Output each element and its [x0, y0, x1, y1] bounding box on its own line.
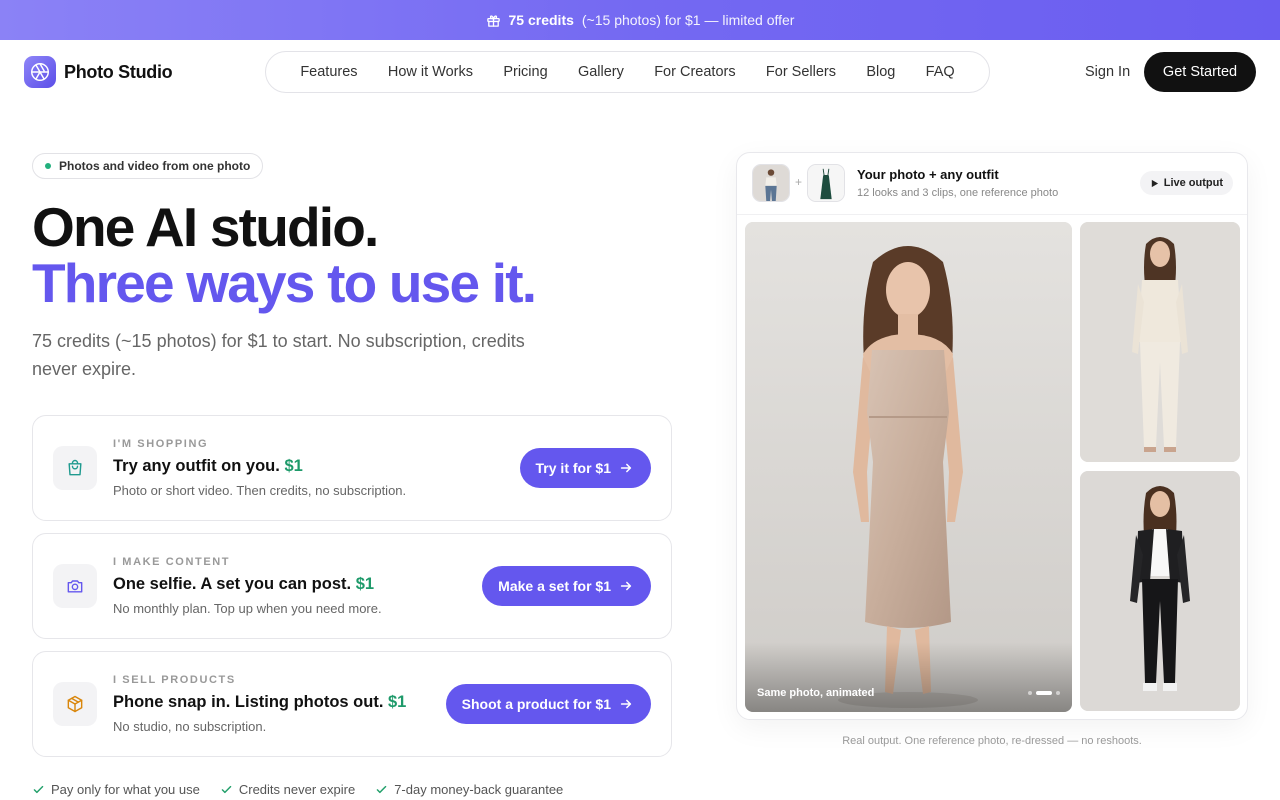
main-nav: Features How it Works Pricing Gallery Fo… — [265, 51, 990, 93]
nav-for-creators[interactable]: For Creators — [654, 64, 735, 80]
main-output-photo[interactable]: Same photo, animated — [745, 222, 1072, 712]
site-header: Photo Studio Features How it Works Prici… — [0, 40, 1280, 104]
nav-pricing[interactable]: Pricing — [503, 64, 547, 80]
option-title: Phone snap in. Listing photos out. $1 — [113, 693, 406, 712]
trust-item-label: Credits never expire — [238, 782, 356, 797]
carousel-dot-active[interactable] — [1036, 691, 1052, 695]
nav-features[interactable]: Features — [300, 64, 357, 80]
nav-blog[interactable]: Blog — [866, 64, 895, 80]
check-icon — [221, 785, 232, 794]
option-title-text: Phone snap in. Listing photos out. — [113, 693, 384, 711]
live-output-badge[interactable]: Live output — [1139, 171, 1233, 195]
option-title: Try any outfit on you. $1 — [113, 457, 303, 476]
aperture-logo-icon — [24, 56, 56, 88]
hero-badge: Photos and video from one photo — [32, 153, 264, 179]
preview-panel: + Your photo + any outfit 12 looks and 3… — [736, 152, 1248, 720]
get-started-button[interactable]: Get Started — [1144, 52, 1256, 92]
option-price: $1 — [355, 575, 375, 593]
trust-item-label: 7-day money-back guarantee — [394, 782, 564, 797]
try-it-button[interactable]: Try it for $1 — [519, 448, 651, 488]
brand-name: Photo Studio — [64, 61, 173, 82]
main-photo-caption: Same photo, animated — [757, 687, 875, 699]
trust-item: Credits never expire — [220, 782, 355, 797]
option-description: No monthly plan. Top up when you need mo… — [113, 601, 382, 616]
preview-footnote: Real output. One reference photo, re-dre… — [842, 735, 1142, 747]
trust-item: Pay only for what you use — [32, 782, 200, 797]
gift-icon — [486, 13, 501, 28]
option-title-text: One selfie. A set you can post. — [113, 575, 352, 593]
promo-text: (~15 photos) for $1 — limited offer — [581, 12, 795, 28]
hero-subtitle: 75 credits (~15 photos) for $1 to start.… — [32, 331, 525, 379]
trust-item-label: Pay only for what you use — [51, 782, 200, 797]
option-kicker: I SELL PRODUCTS — [113, 674, 236, 686]
check-icon — [376, 785, 387, 794]
headline-line-1: One AI studio. — [32, 196, 379, 258]
promo-banner[interactable]: 75 credits (~15 photos) for $1 — limited… — [0, 0, 1280, 40]
option-title-text: Try any outfit on you. — [113, 457, 280, 475]
option-card-products[interactable]: I SELL PRODUCTS Phone snap in. Listing p… — [32, 651, 672, 757]
brand-link[interactable]: Photo Studio — [24, 56, 173, 88]
option-description: Photo or short video. Then credits, no s… — [113, 483, 407, 498]
make-a-set-button[interactable]: Make a set for $1 — [482, 566, 651, 606]
reference-photo-thumbnail[interactable] — [752, 164, 790, 202]
shoot-a-product-button[interactable]: Shoot a product for $1 — [445, 684, 651, 724]
preview-subtitle: 12 looks and 3 clips, one reference phot… — [857, 187, 1059, 199]
arrow-right-icon — [620, 463, 632, 473]
nav-gallery[interactable]: Gallery — [578, 64, 624, 80]
nav-faq[interactable]: FAQ — [926, 64, 955, 80]
option-price: $1 — [388, 693, 407, 711]
camera-icon — [53, 564, 97, 608]
live-output-label: Live output — [1163, 177, 1223, 189]
arrow-right-icon — [620, 581, 632, 591]
try-it-button-label: Try it for $1 — [535, 460, 611, 476]
carousel-dot[interactable] — [1056, 691, 1060, 695]
carousel-dots[interactable] — [1028, 691, 1060, 695]
output-photo-cream-suit[interactable] — [1080, 222, 1240, 462]
option-kicker: I'M SHOPPING — [113, 438, 209, 450]
headline-line-2: Three ways to use it. — [32, 252, 537, 314]
play-icon — [1151, 179, 1158, 187]
option-card-content[interactable]: I MAKE CONTENT One selfie. A set you can… — [32, 533, 672, 639]
trust-item: 7-day money-back guarantee — [375, 782, 563, 797]
output-photo-leather-jacket[interactable] — [1080, 471, 1240, 711]
option-description: No studio, no subscription. — [113, 719, 267, 734]
trust-row: Pay only for what you use Credits never … — [32, 782, 563, 797]
arrow-right-icon — [620, 699, 632, 709]
option-card-shopping[interactable]: I'M SHOPPING Try any outfit on you. $1 P… — [32, 415, 672, 521]
check-icon — [33, 785, 44, 794]
shopping-bag-icon — [53, 446, 97, 490]
hero-badge-label: Photos and video from one photo — [59, 159, 251, 173]
plus-sign: + — [795, 175, 803, 189]
carousel-dot[interactable] — [1028, 691, 1032, 695]
nav-how-it-works[interactable]: How it Works — [388, 64, 473, 80]
preview-header: + Your photo + any outfit 12 looks and 3… — [737, 153, 1247, 215]
promo-highlight: 75 credits — [508, 12, 574, 28]
nav-for-sellers[interactable]: For Sellers — [766, 64, 836, 80]
option-price: $1 — [284, 457, 303, 475]
make-a-set-button-label: Make a set for $1 — [498, 578, 611, 594]
preview-title: Your photo + any outfit — [857, 167, 999, 182]
sign-in-link[interactable]: Sign In — [1085, 64, 1130, 80]
option-title: One selfie. A set you can post. $1 — [113, 575, 374, 594]
shoot-a-product-button-label: Shoot a product for $1 — [461, 696, 611, 712]
caption-gradient — [745, 642, 1072, 712]
package-icon — [53, 682, 97, 726]
status-dot-icon — [45, 163, 51, 169]
outfit-thumbnail[interactable] — [807, 164, 845, 202]
option-kicker: I MAKE CONTENT — [113, 556, 231, 568]
